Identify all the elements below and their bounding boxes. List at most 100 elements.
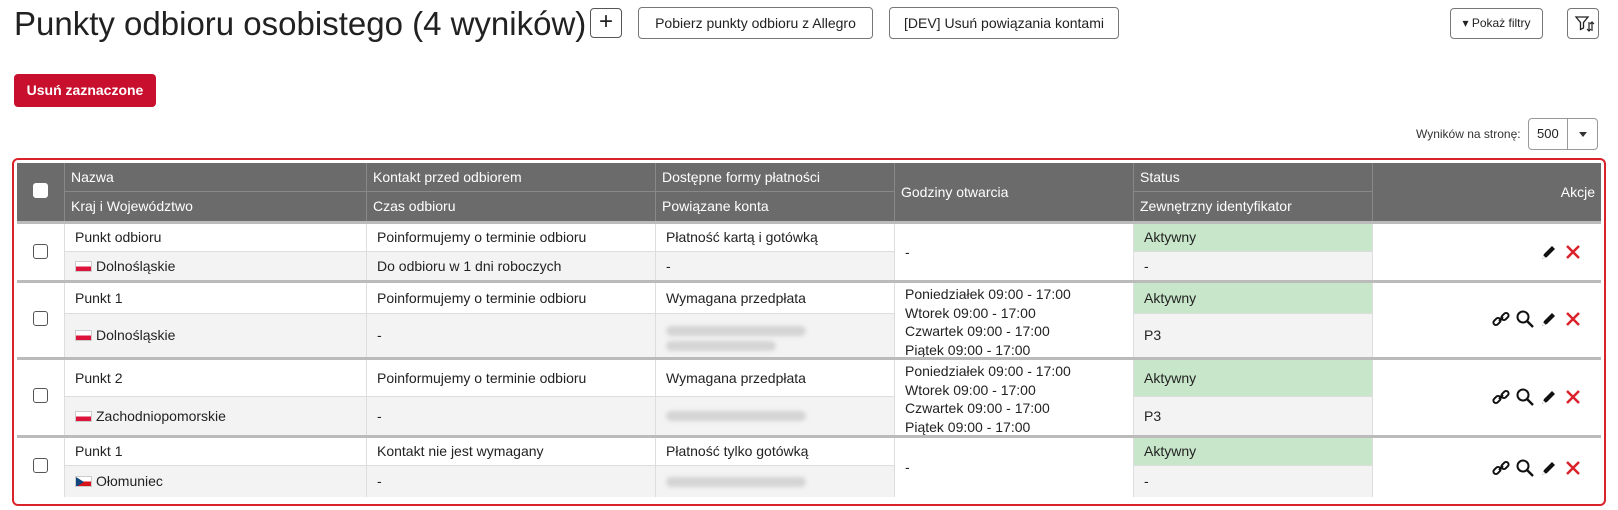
filter-sort-icon [1574,16,1595,32]
header-actions: Akcje [1560,184,1595,200]
header-select-all [17,163,65,221]
delete-icon[interactable] [1563,458,1583,478]
row-region: Dolnośląskie [65,314,367,357]
table-row: Punkt 1 Dolnośląskie Poinformujemy o ter… [17,280,1601,358]
row-time: - [367,314,656,357]
hours-line: Poniedziałek 09:00 - 17:00 [905,286,1071,302]
search-icon[interactable] [1515,309,1535,329]
row-name: Punkt 2 [65,360,367,397]
edit-icon[interactable] [1539,309,1559,329]
status-badge: Aktywny [1134,283,1373,314]
header-time[interactable]: Czas odbioru [367,192,656,221]
row-actions [1373,360,1601,435]
row-checkbox[interactable] [33,311,48,326]
row-external-id: - [1134,466,1373,497]
fetch-allegro-button[interactable]: Pobierz punkty odbioru z Allegro [638,7,873,39]
hours-line: Wtorek 09:00 - 17:00 [905,304,1036,321]
search-icon[interactable] [1515,387,1535,407]
link-icon[interactable] [1491,458,1511,478]
row-region: Dolnośląskie [65,252,367,280]
table-row: Punkt 2 Zachodniopomorskie Poinformujemy… [17,357,1601,435]
table-row: Punkt odbioru Dolnośląskie Poinformujemy… [17,221,1601,280]
edit-icon[interactable] [1539,387,1559,407]
redacted-text [666,326,806,336]
row-accounts [656,466,895,497]
delete-icon[interactable] [1563,309,1583,329]
hours-line: Poniedziałek 09:00 - 17:00 [905,363,1071,379]
row-region-label: Zachodniopomorskie [96,408,226,424]
row-checkbox[interactable] [33,458,48,473]
row-name: Punkt 1 [65,438,367,466]
sort-filter-button[interactable] [1567,8,1599,39]
row-name: Punkt odbioru [65,224,367,252]
row-name: Punkt 1 [65,283,367,314]
poland-flag-icon [75,261,92,272]
row-hours: Poniedziałek 09:00 - 17:00 Wtorek 09:00 … [895,360,1134,435]
row-region-label: Ołomuniec [96,473,163,489]
row-accounts: - [656,252,895,280]
delete-icon[interactable] [1563,387,1583,407]
link-icon[interactable] [1491,387,1511,407]
row-checkbox[interactable] [33,388,48,403]
header-contact[interactable]: Kontakt przed odbiorem [367,163,656,192]
redacted-text [666,477,806,487]
dev-unlink-accounts-button[interactable]: [DEV] Usuń powiązania kontami [889,7,1119,39]
page-title: Punkty odbioru osobistego (4 wyników) [14,5,587,42]
link-icon[interactable] [1491,309,1511,329]
row-contact: Poinformujemy o terminie odbioru [367,360,656,397]
row-select-cell [17,438,65,497]
show-filters-button[interactable]: ▾ Pokaż filtry [1450,8,1543,39]
add-button[interactable]: + [590,8,622,38]
poland-flag-icon [75,330,92,341]
hours-line: Piątek 09:00 - 17:00 [905,418,1031,435]
delete-selected-button[interactable]: Usuń zaznaczone [14,74,156,107]
czech-flag-icon [75,476,92,487]
header-name[interactable]: Nazwa [65,163,367,192]
hours-line: Czwartek 09:00 - 17:00 [905,323,1050,339]
row-actions [1373,224,1601,280]
table-header: Nazwa Kraj i Województwo Kontakt przed o… [17,163,1601,221]
row-actions [1373,438,1601,497]
poland-flag-icon [75,411,92,422]
row-hours: Poniedziałek 09:00 - 17:00 Wtorek 09:00 … [895,283,1134,358]
select-all-checkbox[interactable] [33,183,48,198]
per-page-label: Wyników na stronę: [1416,127,1521,141]
row-region: Ołomuniec [65,466,367,497]
row-external-id: P3 [1134,397,1373,435]
status-badge: Aktywny [1134,360,1373,397]
per-page-select[interactable]: 500 [1528,118,1598,150]
row-contact: Poinformujemy o terminie odbioru [367,224,656,252]
header-payment[interactable]: Dostępne formy płatności [656,163,895,192]
row-payment: Wymagana przedpłata [656,360,895,397]
row-select-cell [17,283,65,357]
row-time: - [367,466,656,497]
header-region[interactable]: Kraj i Województwo [65,192,367,221]
header-accounts[interactable]: Powiązane konta [656,192,895,221]
row-region: Zachodniopomorskie [65,397,367,435]
row-region-label: Dolnośląskie [96,258,176,274]
row-payment: Płatność tylko gotówką [656,438,895,466]
row-region-label: Dolnośląskie [96,327,176,343]
header-hours[interactable]: Godziny otwarcia [895,163,1134,221]
row-time: - [367,397,656,435]
row-time: Do odbioru w 1 dni roboczych [367,252,656,280]
row-accounts [656,397,895,435]
edit-icon[interactable] [1539,458,1559,478]
table-row: Punkt 1 Ołomuniec Kontakt nie jest wymag… [17,435,1601,497]
row-contact: Kontakt nie jest wymagany [367,438,656,466]
row-accounts [656,314,895,357]
edit-icon[interactable] [1539,242,1559,262]
header-external-id[interactable]: Zewnętrzny identyfikator [1134,192,1373,221]
header-status[interactable]: Status [1134,163,1373,192]
row-hours: - [895,438,1134,497]
row-checkbox[interactable] [33,244,48,259]
chevron-down-icon[interactable] [1567,119,1597,149]
row-external-id: - [1134,252,1373,280]
row-select-cell [17,224,65,280]
row-hours: - [895,224,1134,280]
per-page-value: 500 [1537,126,1559,141]
search-icon[interactable] [1515,458,1535,478]
redacted-text [666,411,806,421]
hours-line: Wtorek 09:00 - 17:00 [905,381,1036,398]
delete-icon[interactable] [1563,242,1583,262]
